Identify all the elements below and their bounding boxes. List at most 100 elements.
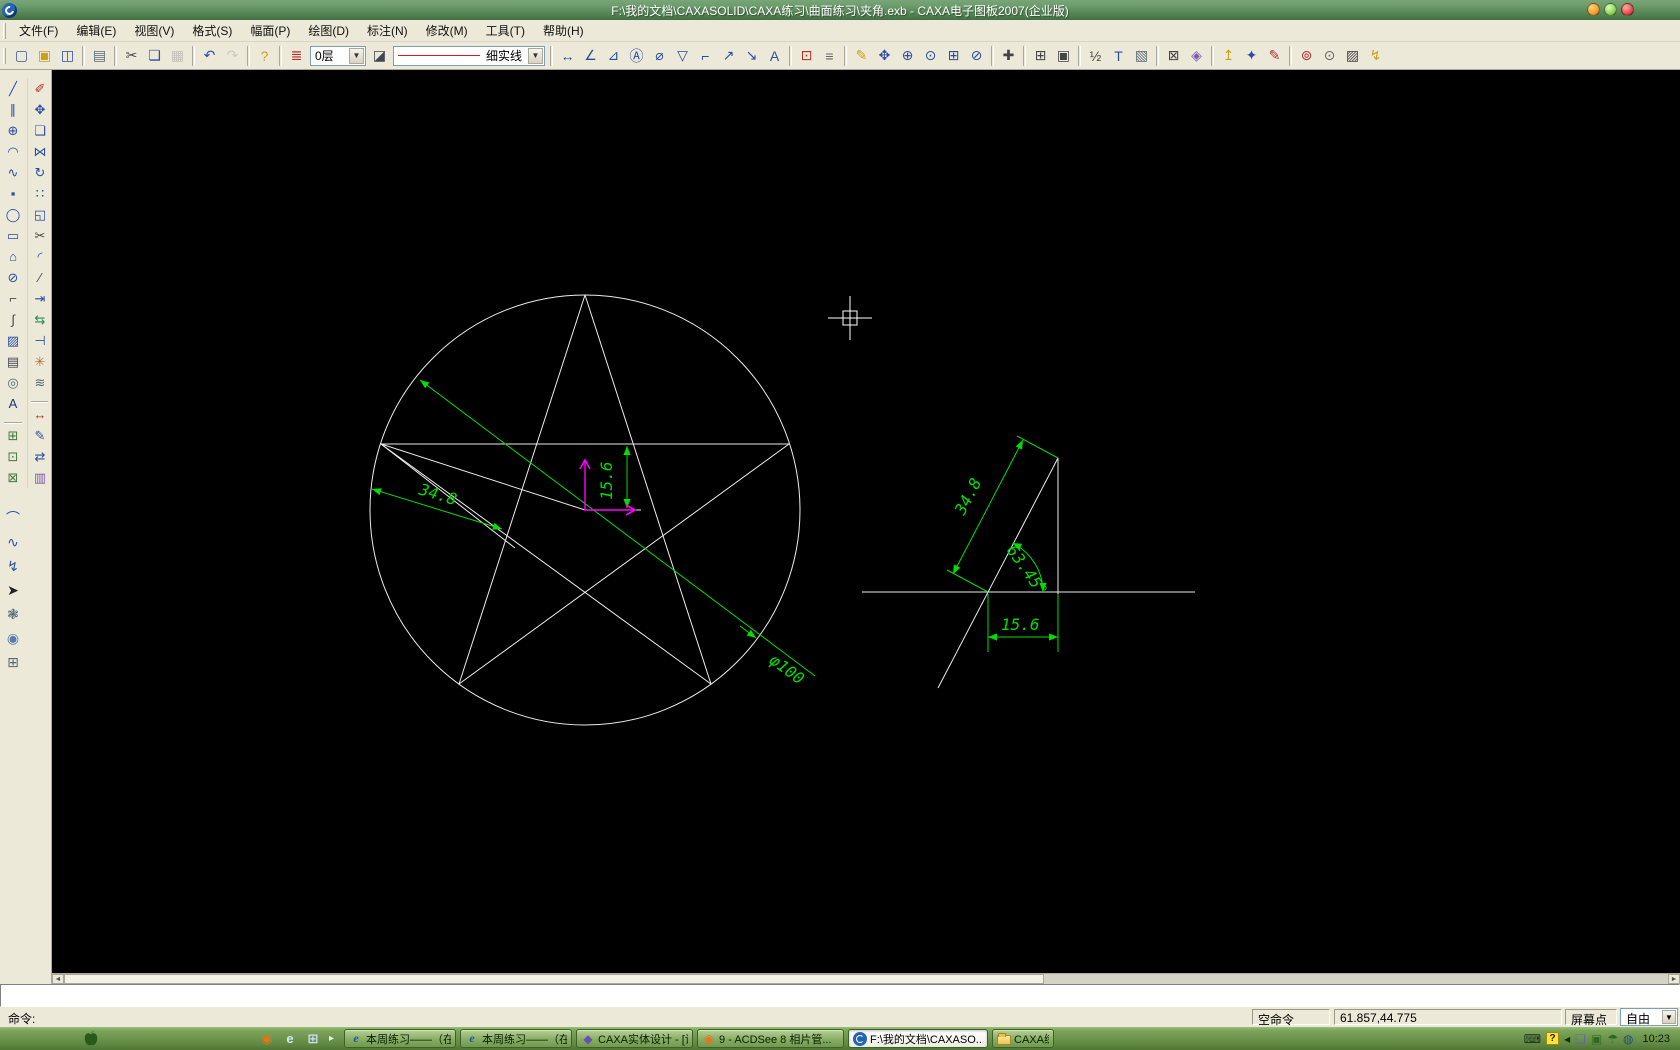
trim-button[interactable]: ✂ bbox=[28, 225, 52, 246]
text-button[interactable]: A bbox=[1, 393, 25, 414]
explode-button[interactable]: ✳ bbox=[28, 351, 52, 372]
parallel-line-button[interactable]: ∥ bbox=[1, 99, 25, 120]
gear-draw-button[interactable]: ❃ bbox=[1, 602, 25, 626]
menu-item-8[interactable]: 修改(M) bbox=[417, 21, 477, 41]
move-button[interactable]: ✥ bbox=[28, 99, 52, 120]
stretch-button[interactable]: ⇆ bbox=[28, 309, 52, 330]
block-combine-button[interactable]: ⊞ bbox=[1, 425, 25, 446]
quicklaunch-ie-icon[interactable]: e bbox=[282, 1031, 298, 1047]
spline-button[interactable]: ∿ bbox=[1, 162, 25, 183]
section-symbol-button[interactable]: ⌐ bbox=[694, 45, 717, 67]
dim-text-base[interactable]: 15.6 bbox=[1001, 615, 1040, 634]
fillet-button[interactable]: ◜ bbox=[28, 246, 52, 267]
array-button[interactable]: ∷ bbox=[28, 183, 52, 204]
menu-item-10[interactable]: 帮助(H) bbox=[534, 21, 593, 41]
text-style-button[interactable]: T bbox=[1107, 45, 1130, 67]
ole-object-button[interactable]: ⊚ bbox=[1295, 45, 1318, 67]
copy-entity-button[interactable]: ❏ bbox=[28, 120, 52, 141]
zoom-dynamic-button[interactable]: ⊘ bbox=[965, 45, 988, 67]
roughness-symbol-button[interactable]: ▽ bbox=[671, 45, 694, 67]
block-create-button[interactable]: ✦ bbox=[1240, 45, 1263, 67]
close-button[interactable] bbox=[1621, 3, 1634, 16]
rectangle-button[interactable]: ▭ bbox=[1, 225, 25, 246]
offset-button[interactable]: ◱ bbox=[28, 204, 52, 225]
menubar-grip[interactable] bbox=[3, 22, 6, 39]
command-history-box[interactable] bbox=[0, 984, 1680, 1007]
zoom-all-button[interactable]: ⊞ bbox=[942, 45, 965, 67]
hatch-button[interactable]: ▨ bbox=[1, 330, 25, 351]
chamfer-dimension-button[interactable]: ⊿ bbox=[602, 45, 625, 67]
task-button-6[interactable]: CAXA练习 bbox=[992, 1029, 1055, 1048]
image-tool-button[interactable]: ▧ bbox=[1130, 45, 1153, 67]
fraction-text-button[interactable]: ½ bbox=[1084, 45, 1107, 67]
network-icon[interactable]: ❏ bbox=[1575, 1032, 1586, 1046]
layer-select[interactable]: 0层 ▼ bbox=[310, 45, 366, 66]
new-button[interactable]: ▢ bbox=[10, 45, 33, 67]
contour-button[interactable]: ∫ bbox=[1, 309, 25, 330]
arc-button[interactable]: ◠ bbox=[1, 141, 25, 162]
text-find-replace-button[interactable]: A bbox=[763, 45, 786, 67]
polygon-button[interactable]: ⌂ bbox=[1, 246, 25, 267]
task-button-3[interactable]: ◆ CAXA实体设计 - [设... bbox=[576, 1029, 694, 1048]
task-button-2[interactable]: e 本周练习——（在总... bbox=[460, 1029, 573, 1048]
pattern-fill-button[interactable]: ▤ bbox=[1, 351, 25, 372]
view-symbol-button[interactable]: ↘ bbox=[740, 45, 763, 67]
menu-item-3[interactable]: 视图(V) bbox=[125, 21, 183, 41]
wave-line-button[interactable]: ∿ bbox=[1, 530, 25, 554]
node-edit-button[interactable]: ⌒ bbox=[1, 506, 25, 530]
chevron-down-icon[interactable]: ▼ bbox=[1662, 1010, 1676, 1024]
drawing-canvas[interactable]: 34.8 15.6 φ100 34.8 63.45° 15.6 bbox=[52, 70, 1680, 973]
hatch-edit-button[interactable]: ▨ bbox=[1341, 45, 1364, 67]
mirror-button[interactable]: ⋈ bbox=[28, 141, 52, 162]
frame-text-button[interactable]: ▣ bbox=[1052, 45, 1075, 67]
block-library-button[interactable]: ⊠ bbox=[1, 467, 25, 488]
block-refresh-button[interactable]: ↯ bbox=[1364, 45, 1387, 67]
open-button[interactable]: ▣ bbox=[33, 45, 56, 67]
raster-region-button[interactable]: ◎ bbox=[1, 372, 25, 393]
arrow-draw-button[interactable]: ➤ bbox=[1, 578, 25, 602]
extend-button[interactable]: ⇥ bbox=[28, 288, 52, 309]
input-help-icon[interactable]: ? bbox=[1546, 1032, 1560, 1045]
print-button[interactable]: ▤ bbox=[88, 45, 111, 67]
linetype-manager-button[interactable]: ◪ bbox=[368, 45, 391, 67]
umbrella-icon[interactable]: ☂ bbox=[1607, 1032, 1618, 1046]
menu-item-6[interactable]: 绘图(D) bbox=[299, 21, 358, 41]
security-icon[interactable]: ▣ bbox=[1591, 1032, 1602, 1046]
pan-button[interactable]: ✥ bbox=[873, 45, 896, 67]
block-attribute-button[interactable]: ⊡ bbox=[1, 446, 25, 467]
dimension-edit-button[interactable]: ↔ bbox=[28, 404, 52, 425]
line-button[interactable]: ╱ bbox=[1, 78, 25, 99]
dimension-button[interactable]: ↔ bbox=[556, 45, 579, 67]
keyboard-icon[interactable]: ⌨ bbox=[1524, 1032, 1541, 1046]
collapse-icon[interactable]: ◂ bbox=[1564, 1032, 1570, 1046]
dim-text-edge[interactable]: 34.8 bbox=[950, 475, 985, 519]
horizontal-scrollbar[interactable]: ◄ ► bbox=[52, 973, 1680, 984]
task-button-4[interactable]: ◉ 9 - ACDSee 8 相片管... bbox=[697, 1029, 845, 1048]
task-button-5[interactable]: F:\我的文档\CAXASO... bbox=[848, 1029, 989, 1048]
copy-button[interactable]: ❏ bbox=[143, 45, 166, 67]
leader-note-button[interactable]: ↗ bbox=[717, 45, 740, 67]
redraw-button[interactable]: ✎ bbox=[850, 45, 873, 67]
chevron-down-icon[interactable]: ▼ bbox=[349, 47, 364, 64]
redo-button[interactable]: ↷ bbox=[221, 45, 244, 67]
style-brush-button[interactable]: ▥ bbox=[28, 467, 52, 488]
quick-launch-expand-icon[interactable]: ▸ bbox=[329, 1033, 334, 1044]
circle-button[interactable]: ⊕ bbox=[1, 120, 25, 141]
menu-item-1[interactable]: 文件(F) bbox=[10, 21, 67, 41]
minimize-button[interactable] bbox=[1587, 3, 1600, 16]
polyline-button[interactable]: ⌐ bbox=[1, 288, 25, 309]
dim-text-angle[interactable]: 63.45° bbox=[1003, 541, 1052, 599]
frame-window-button[interactable]: ⊞ bbox=[1029, 45, 1052, 67]
coordinate-dimension-button[interactable]: ∠ bbox=[579, 45, 602, 67]
tolerance-symbol-button[interactable]: ⌀ bbox=[648, 45, 671, 67]
construction-lines[interactable] bbox=[380, 443, 586, 549]
scrollbar-thumb[interactable] bbox=[64, 974, 1044, 984]
globe-icon[interactable]: ◍ bbox=[1623, 1032, 1633, 1046]
menu-item-9[interactable]: 工具(T) bbox=[477, 21, 534, 41]
cut-button[interactable]: ✂ bbox=[120, 45, 143, 67]
dim-line-diameter[interactable] bbox=[419, 379, 816, 677]
menu-item-4[interactable]: 格式(S) bbox=[183, 21, 241, 41]
help-button[interactable]: ? bbox=[253, 45, 276, 67]
paste-button[interactable]: ▦ bbox=[166, 45, 189, 67]
start-button-apple-icon[interactable] bbox=[83, 1030, 99, 1047]
